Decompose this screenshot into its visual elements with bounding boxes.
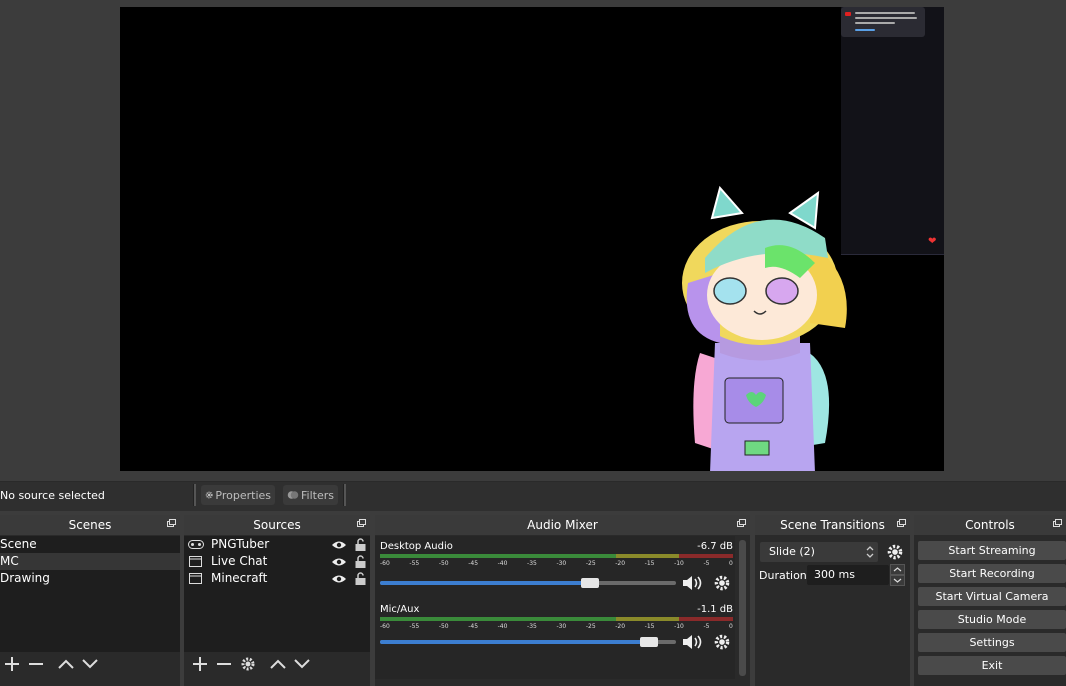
settings-button[interactable]: Settings	[918, 633, 1066, 652]
exit-button[interactable]: Exit	[918, 656, 1066, 675]
move-source-down-button[interactable]	[290, 654, 314, 674]
eye-icon[interactable]	[331, 574, 347, 584]
move-scene-up-button[interactable]	[54, 654, 78, 674]
minus-icon	[217, 663, 231, 665]
mixer-channels: Desktop Audio -6.7 dB -60 -55 -50 -45 -40 -35…	[375, 536, 735, 679]
scene-transitions-dock: Scene Transitions Slide (2) Duration 300…	[755, 515, 910, 686]
eye-icon[interactable]	[331, 557, 347, 567]
add-scene-button[interactable]	[0, 654, 24, 674]
eye-icon[interactable]	[331, 540, 347, 550]
scenes-list: Scene MC Drawing	[0, 536, 180, 652]
undock-icon[interactable]	[897, 519, 906, 527]
channel-name: Desktop Audio	[380, 541, 453, 552]
volume-meter	[380, 554, 733, 558]
scene-item[interactable]: MC	[0, 553, 180, 570]
gear-icon[interactable]	[713, 633, 731, 651]
plus-icon	[5, 657, 19, 671]
volume-slider[interactable]	[380, 637, 676, 647]
start-virtual-camera-button[interactable]: Start Virtual Camera	[918, 587, 1066, 606]
spin-arrows-icon	[890, 564, 905, 586]
toolbar-separator	[343, 484, 346, 506]
chevron-down-icon	[294, 659, 310, 669]
undock-icon[interactable]	[357, 519, 366, 527]
audio-mixer-dock: Audio Mixer Desktop Audio -6.7 dB -60 -55…	[375, 515, 750, 686]
volume-meter	[380, 617, 733, 621]
undock-icon[interactable]	[167, 519, 176, 527]
sources-footer	[188, 654, 314, 674]
duration-label: Duration	[759, 569, 807, 582]
channel-db: -6.7 dB	[697, 541, 733, 552]
scenes-dock: Scenes Scene MC Drawing	[0, 515, 180, 686]
duration-input[interactable]: 300 ms	[807, 565, 889, 585]
gear-icon	[241, 657, 255, 671]
gear-icon[interactable]	[886, 543, 904, 561]
toolbar-separator	[193, 484, 196, 506]
unlock-icon[interactable]	[355, 572, 366, 585]
chevron-up-icon	[270, 659, 286, 669]
remove-source-button[interactable]	[212, 654, 236, 674]
sources-dock: Sources PNGTuber Live Chat Minecraft	[184, 515, 370, 686]
plus-icon	[193, 657, 207, 671]
gear-icon[interactable]	[713, 574, 731, 592]
start-streaming-button[interactable]: Start Streaming	[918, 541, 1066, 560]
move-scene-down-button[interactable]	[78, 654, 102, 674]
studio-mode-button[interactable]: Studio Mode	[918, 610, 1066, 629]
scenes-footer	[0, 654, 102, 674]
updown-arrows-icon	[866, 546, 874, 558]
volume-slider-handle[interactable]	[640, 637, 658, 647]
heart-icon[interactable]: ❤	[928, 237, 938, 247]
mixer-channel-desktop-audio: Desktop Audio -6.7 dB -60 -55 -50 -45 -40 -35…	[380, 540, 733, 600]
volume-slider[interactable]	[380, 578, 676, 588]
source-properties-button[interactable]	[236, 654, 260, 674]
volume-slider-handle[interactable]	[581, 578, 599, 588]
controls-title: Controls	[914, 515, 1066, 535]
channel-db: -1.1 dB	[697, 604, 733, 615]
remove-scene-button[interactable]	[24, 654, 48, 674]
undock-icon[interactable]	[1053, 519, 1062, 527]
scene-item[interactable]: Scene	[0, 536, 180, 553]
minus-icon	[29, 663, 43, 665]
mixer-scrollbar[interactable]	[739, 540, 746, 676]
filter-icon	[287, 491, 299, 499]
sources-list: PNGTuber Live Chat Minecraft	[184, 536, 370, 652]
transition-select[interactable]: Slide (2)	[760, 542, 878, 562]
add-source-button[interactable]	[188, 654, 212, 674]
speaker-icon[interactable]	[682, 633, 704, 651]
scene-item[interactable]: Drawing	[0, 570, 180, 587]
duration-spinner[interactable]	[890, 564, 905, 586]
start-recording-button[interactable]: Start Recording	[918, 564, 1066, 583]
window-icon	[189, 556, 202, 567]
mixer-channel-mic-aux: Mic/Aux -1.1 dB -60 -55 -50 -45 -40 -35 -30 -25…	[380, 603, 733, 663]
filters-button[interactable]: Filters	[283, 485, 338, 505]
unlock-icon[interactable]	[355, 555, 366, 568]
live-chat-overlay: ❤	[841, 7, 944, 255]
gear-icon	[205, 491, 213, 499]
audio-mixer-title: Audio Mixer	[375, 515, 750, 535]
preview-canvas[interactable]: ❤	[120, 7, 944, 471]
move-source-up-button[interactable]	[266, 654, 290, 674]
source-toolbar	[0, 481, 1066, 511]
window-icon	[189, 573, 202, 584]
source-status: No source selected	[0, 489, 105, 502]
source-item[interactable]: Minecraft	[184, 570, 370, 587]
undock-icon[interactable]	[737, 519, 746, 527]
properties-label: Properties	[215, 488, 271, 502]
scene-transitions-title: Scene Transitions	[755, 515, 910, 535]
scenes-title: Scenes	[0, 515, 180, 535]
sources-title: Sources	[184, 515, 370, 535]
speaker-icon[interactable]	[682, 574, 704, 592]
unlock-icon[interactable]	[355, 538, 366, 551]
chevron-up-icon	[58, 659, 74, 669]
gamepad-icon	[188, 540, 204, 549]
channel-name: Mic/Aux	[380, 604, 420, 615]
meter-scale: -60 -55 -50 -45 -40 -35 -30 -25 -20 -15 -10 -5 0	[380, 623, 733, 630]
properties-button[interactable]: Properties	[201, 485, 275, 505]
chevron-down-icon	[82, 659, 98, 669]
source-item[interactable]: PNGTuber	[184, 536, 370, 553]
meter-scale: -60 -55 -50 -45 -40 -35 -30 -25 -20 -15 -10 -5 0	[380, 560, 733, 567]
chat-welcome-popup	[841, 7, 925, 37]
source-item[interactable]: Live Chat	[184, 553, 370, 570]
filters-label: Filters	[301, 488, 334, 502]
